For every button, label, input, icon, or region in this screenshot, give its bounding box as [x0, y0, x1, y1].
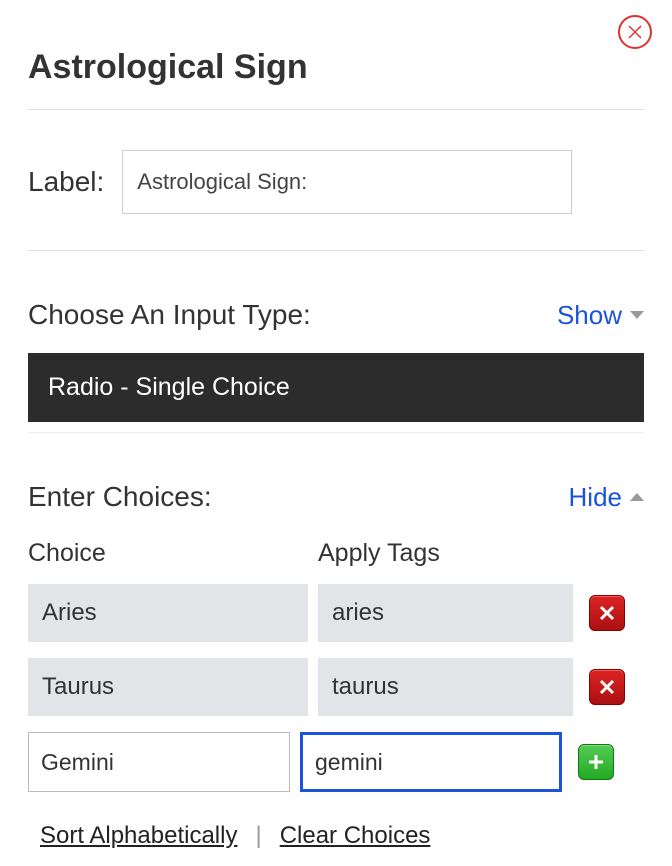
- toggle-label: Show: [557, 300, 622, 331]
- input-type-selected[interactable]: Radio - Single Choice: [28, 353, 644, 422]
- divider: |: [255, 822, 261, 850]
- column-header-choice: Choice: [28, 539, 318, 568]
- chevron-down-icon: [630, 311, 644, 319]
- sort-alphabetically-link[interactable]: Sort Alphabetically: [40, 822, 237, 850]
- label-row: Label:: [28, 150, 644, 214]
- close-button[interactable]: [618, 15, 652, 49]
- new-tag-input[interactable]: [300, 732, 562, 792]
- choice-value[interactable]: Aries: [28, 584, 308, 642]
- choice-tag[interactable]: taurus: [318, 658, 573, 716]
- input-type-toggle[interactable]: Show: [557, 300, 644, 331]
- plus-icon: [587, 753, 605, 771]
- input-type-heading: Choose An Input Type:: [28, 299, 311, 331]
- label-input[interactable]: [122, 150, 572, 214]
- choice-tag[interactable]: aries: [318, 584, 573, 642]
- choices-toggle[interactable]: Hide: [569, 482, 644, 513]
- divider: [28, 250, 644, 251]
- label-field-label: Label:: [28, 166, 104, 198]
- choice-row: Taurus taurus: [28, 658, 644, 716]
- choices-heading: Enter Choices:: [28, 481, 212, 513]
- toggle-label: Hide: [569, 482, 622, 513]
- delete-choice-button[interactable]: [589, 595, 625, 631]
- page-title: Astrological Sign: [28, 48, 644, 87]
- choice-value[interactable]: Taurus: [28, 658, 308, 716]
- delete-icon: [598, 604, 616, 622]
- close-icon: [627, 24, 643, 40]
- add-choice-button[interactable]: [578, 744, 614, 780]
- new-choice-input[interactable]: [28, 732, 290, 792]
- delete-choice-button[interactable]: [589, 669, 625, 705]
- divider: [28, 432, 644, 433]
- column-header-tags: Apply Tags: [318, 539, 578, 568]
- delete-icon: [598, 678, 616, 696]
- chevron-up-icon: [630, 493, 644, 501]
- new-choice-row: [28, 732, 644, 792]
- clear-choices-link[interactable]: Clear Choices: [280, 822, 431, 850]
- choice-row: Aries aries: [28, 584, 644, 642]
- divider: [28, 109, 644, 110]
